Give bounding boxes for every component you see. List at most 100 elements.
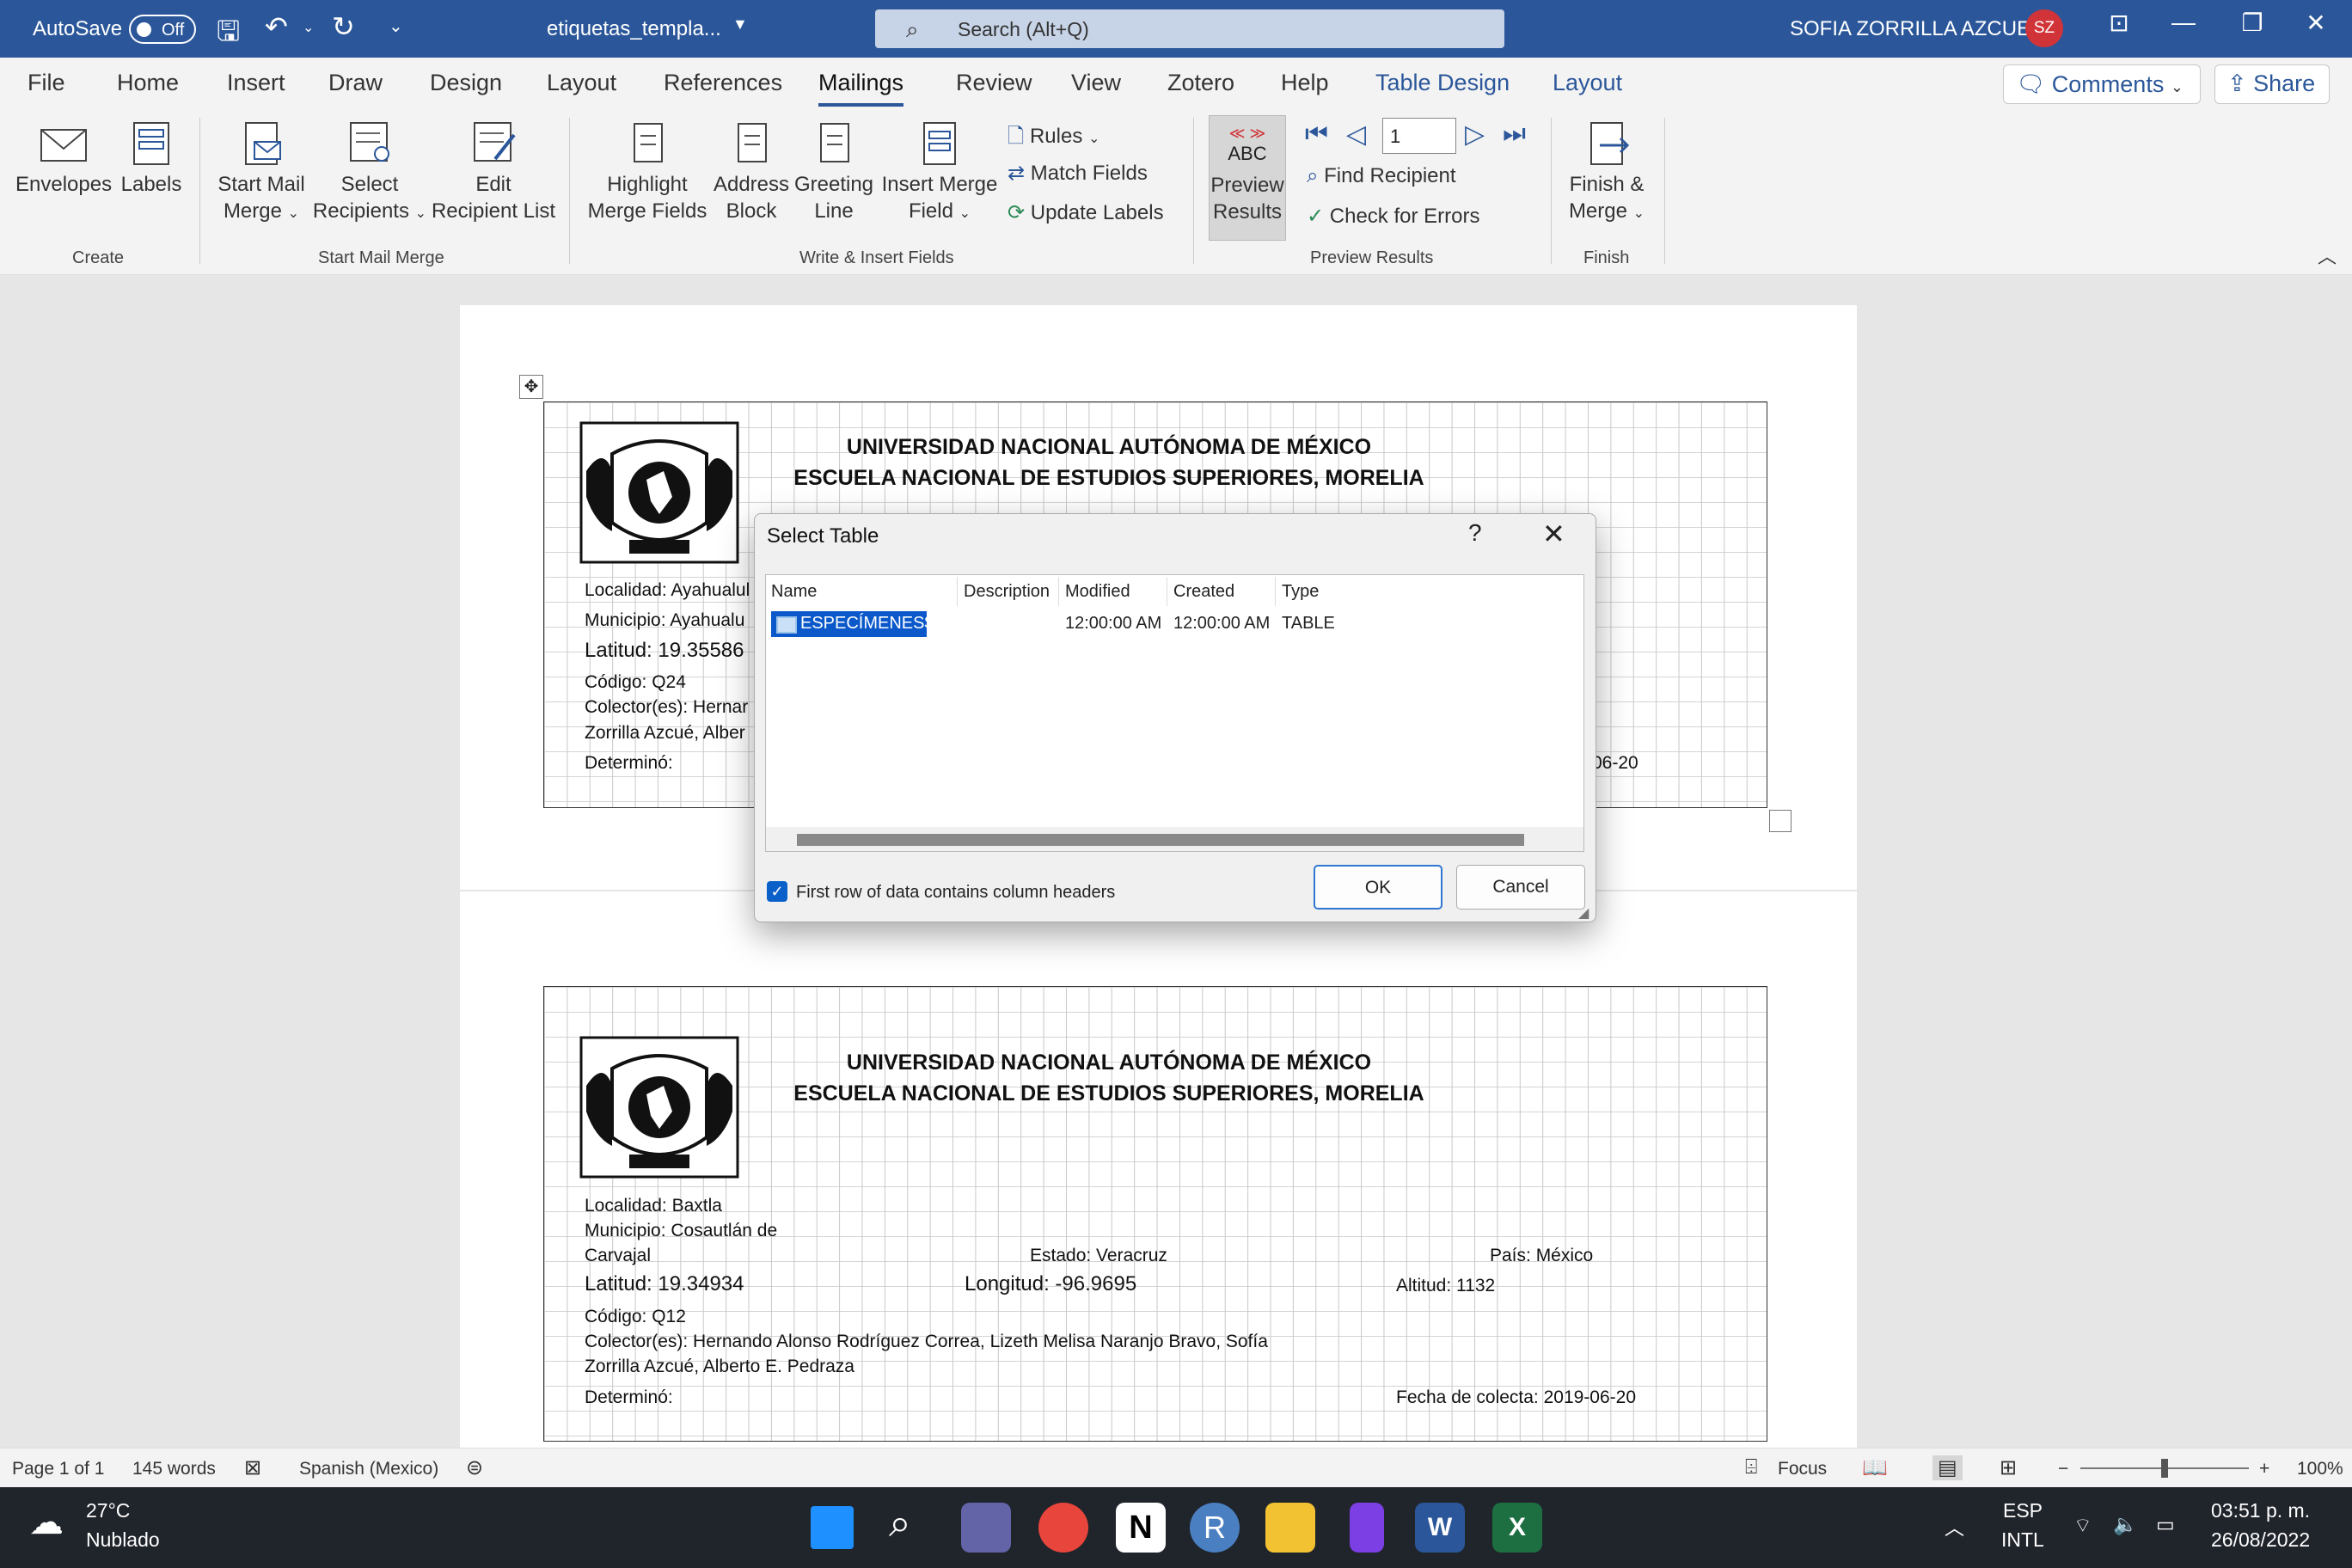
tab-table-layout[interactable]: Layout bbox=[1553, 70, 1622, 96]
search-box[interactable]: ⌕ Search (Alt+Q) bbox=[875, 9, 1504, 48]
wifi-icon[interactable]: ⌔ bbox=[2073, 1513, 2092, 1538]
tab-zotero[interactable]: Zotero bbox=[1167, 70, 1234, 96]
tab-help[interactable]: Help bbox=[1281, 70, 1329, 96]
find-recipient-button[interactable]: ⌕ Find Recipient bbox=[1307, 164, 1456, 188]
tab-mailings[interactable]: Mailings bbox=[818, 70, 904, 107]
close-window-icon[interactable]: ✕ bbox=[2299, 9, 2333, 37]
rules-button[interactable]: 🗋 Rules ⌄ bbox=[1008, 121, 1099, 156]
envelopes-button[interactable]: Envelopes bbox=[15, 119, 112, 198]
save-icon[interactable]: 🖫 bbox=[217, 12, 240, 58]
zoom-level[interactable]: 100% bbox=[2297, 1459, 2343, 1479]
tab-table-design[interactable]: Table Design bbox=[1375, 70, 1510, 96]
column-header-created[interactable]: Created bbox=[1173, 582, 1234, 602]
word-count[interactable]: 145 words bbox=[132, 1459, 216, 1479]
search-icon[interactable]: ⌕ bbox=[889, 1499, 911, 1547]
column-header-name[interactable]: Name bbox=[771, 582, 817, 602]
tab-draw[interactable]: Draw bbox=[328, 70, 383, 96]
close-icon[interactable]: ✕ bbox=[1542, 518, 1565, 550]
user-name[interactable]: SOFIA ZORRILLA AZCUE bbox=[1790, 17, 2030, 41]
weather-condition[interactable]: Nublado bbox=[86, 1528, 160, 1552]
read-mode-icon[interactable]: 📖 bbox=[1862, 1455, 1888, 1480]
select-recipients-button[interactable]: Select Recipients ⌄ bbox=[309, 119, 430, 227]
focus-label[interactable]: Focus bbox=[1778, 1459, 1827, 1479]
excel-icon[interactable]: X bbox=[1492, 1503, 1542, 1553]
battery-icon[interactable]: ▭ bbox=[2156, 1513, 2175, 1536]
previous-record-icon[interactable]: ◁ bbox=[1346, 119, 1366, 150]
minimize-icon[interactable]: — bbox=[2166, 9, 2201, 36]
start-mail-merge-button[interactable]: Start Mail Merge ⌄ bbox=[210, 119, 313, 227]
cancel-button[interactable]: Cancel bbox=[1456, 865, 1585, 910]
address-block-button[interactable]: Address Block bbox=[710, 119, 793, 224]
insert-merge-field-button[interactable]: Insert Merge Field ⌄ bbox=[877, 119, 1002, 227]
preview-results-button[interactable]: ≪ ≫ ABC Preview Results bbox=[1209, 115, 1286, 241]
tab-home[interactable]: Home bbox=[117, 70, 179, 96]
share-button[interactable]: ⇪ Share bbox=[2214, 64, 2330, 104]
undo-dropdown-icon[interactable]: ⌄ bbox=[303, 19, 314, 36]
input-layout[interactable]: INTL bbox=[2001, 1528, 2044, 1552]
tab-design[interactable]: Design bbox=[430, 70, 502, 96]
column-header-type[interactable]: Type bbox=[1282, 582, 1319, 602]
restore-icon[interactable]: ❐ bbox=[2235, 9, 2269, 37]
word-icon[interactable]: W bbox=[1415, 1503, 1465, 1553]
scrollbar-thumb[interactable] bbox=[797, 834, 1524, 846]
show-hidden-icons-icon[interactable]: ︿ bbox=[1945, 1511, 1964, 1540]
highlight-merge-fields-button[interactable]: Highlight Merge Fields bbox=[581, 119, 714, 224]
print-layout-icon[interactable]: ▤ bbox=[1932, 1455, 1963, 1480]
match-fields-button[interactable]: ⇄ Match Fields bbox=[1008, 161, 1148, 186]
tab-review[interactable]: Review bbox=[956, 70, 1032, 96]
first-record-icon[interactable]: ⏮ bbox=[1305, 119, 1328, 149]
tab-insert[interactable]: Insert bbox=[227, 70, 285, 96]
tab-layout[interactable]: Layout bbox=[547, 70, 616, 96]
zoom-in-icon[interactable]: + bbox=[2259, 1459, 2269, 1479]
volume-icon[interactable]: 🔈 bbox=[2113, 1513, 2138, 1536]
clock-time[interactable]: 03:51 p. m. bbox=[2211, 1499, 2310, 1522]
table-row[interactable]: ESPECÍMENES$ bbox=[771, 611, 934, 637]
proofing-icon[interactable]: ⊠ bbox=[244, 1455, 261, 1480]
table-resize-handle[interactable] bbox=[1769, 810, 1792, 832]
collapse-ribbon-icon[interactable]: ︿ bbox=[2318, 242, 2337, 269]
language-indicator[interactable]: Spanish (Mexico) bbox=[299, 1459, 438, 1479]
autosave-toggle[interactable]: Off bbox=[129, 15, 196, 44]
weather-temp[interactable]: 27°C bbox=[86, 1499, 130, 1522]
column-header-description[interactable]: Description bbox=[964, 582, 1050, 602]
teams-icon[interactable] bbox=[961, 1503, 1011, 1553]
column-headers-checkbox[interactable]: ✓ bbox=[767, 881, 787, 902]
record-number-input[interactable]: 1 bbox=[1382, 118, 1456, 154]
column-headers-checkbox-label[interactable]: First row of data contains column header… bbox=[796, 883, 1115, 903]
redo-icon[interactable]: ↻ bbox=[332, 10, 355, 43]
resize-grip-icon[interactable]: ◢ bbox=[1578, 904, 1589, 922]
next-record-icon[interactable]: ▷ bbox=[1465, 119, 1485, 150]
ok-button[interactable]: OK bbox=[1314, 865, 1442, 910]
file-explorer-icon[interactable] bbox=[1265, 1503, 1315, 1553]
avatar[interactable]: SZ bbox=[2025, 9, 2063, 47]
focus-icon[interactable]: ⌹ bbox=[1745, 1455, 1757, 1479]
input-language[interactable]: ESP bbox=[2003, 1499, 2043, 1522]
table-list[interactable]: Name Description Modified Created Type E… bbox=[765, 574, 1584, 852]
accessibility-icon[interactable]: ⊜ bbox=[466, 1455, 483, 1480]
labels-button[interactable]: Labels bbox=[115, 119, 187, 198]
column-header-modified[interactable]: Modified bbox=[1065, 582, 1130, 602]
help-icon[interactable]: ? bbox=[1468, 519, 1482, 547]
zoom-out-icon[interactable]: − bbox=[2058, 1459, 2068, 1479]
tab-file[interactable]: File bbox=[28, 70, 65, 96]
tab-references[interactable]: References bbox=[664, 70, 782, 96]
undo-icon[interactable]: ↶ bbox=[265, 10, 288, 43]
greeting-line-button[interactable]: Greeting Line bbox=[791, 119, 877, 224]
chrome-icon[interactable] bbox=[1038, 1503, 1088, 1553]
notion-icon[interactable]: N bbox=[1116, 1503, 1166, 1553]
horizontal-scrollbar[interactable] bbox=[766, 827, 1583, 851]
clock-date[interactable]: 26/08/2022 bbox=[2211, 1528, 2310, 1552]
document-filename[interactable]: etiquetas_templa... bbox=[547, 17, 721, 41]
page-count[interactable]: Page 1 of 1 bbox=[12, 1459, 104, 1479]
tab-view[interactable]: View bbox=[1071, 70, 1121, 96]
update-labels-button[interactable]: ⟳ Update Labels bbox=[1008, 200, 1164, 225]
windows-start-icon[interactable] bbox=[811, 1506, 854, 1549]
filename-dropdown-icon[interactable]: ▼ bbox=[732, 15, 748, 34]
web-layout-icon[interactable]: ⊞ bbox=[2000, 1455, 2017, 1480]
check-errors-button[interactable]: ✓ Check for Errors bbox=[1307, 204, 1479, 229]
r-icon[interactable]: R bbox=[1190, 1503, 1240, 1553]
finish-merge-button[interactable]: Finish & Merge ⌄ bbox=[1559, 119, 1654, 227]
edit-recipient-list-button[interactable]: Edit Recipient List bbox=[430, 119, 557, 224]
comments-button[interactable]: 🗨 Comments ⌄ bbox=[2003, 64, 2201, 104]
obsidian-icon[interactable] bbox=[1350, 1503, 1384, 1553]
